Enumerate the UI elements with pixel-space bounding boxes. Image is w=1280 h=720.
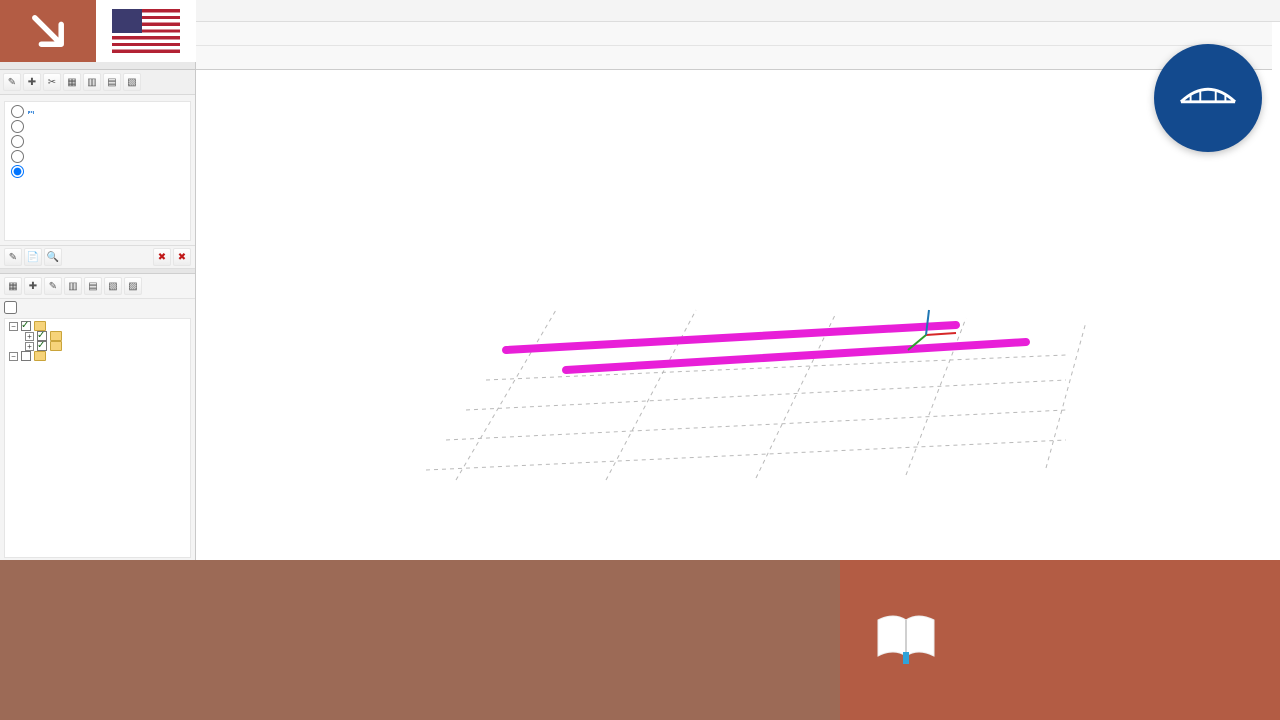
visibility-toolbar: ▦ ✚ ✎ ▥ ▤ ▧ ▨ — [0, 274, 195, 299]
left-panel: ✎ ✚ ✂ ▦ ▥ ▤ ▧ ✎ 📄 🔍 — [0, 70, 196, 560]
arrow-icon — [0, 0, 96, 62]
book-icon — [874, 612, 938, 669]
toolbar-icon[interactable]: ▤ — [103, 73, 121, 91]
model-viewport[interactable] — [196, 70, 1280, 560]
toolbar-icon[interactable]: ✎ — [44, 277, 62, 295]
menu-bar — [196, 0, 1280, 22]
toolbar-icon[interactable]: ✎ — [4, 248, 22, 266]
banner-left — [0, 560, 840, 720]
tree-item[interactable]: + — [25, 331, 188, 341]
delete-icon[interactable]: ✖ — [153, 248, 171, 266]
toolbar-icon[interactable]: ✚ — [23, 73, 41, 91]
toolbar-icon[interactable]: 📄 — [24, 248, 42, 266]
toolbar-icon[interactable]: ▧ — [104, 277, 122, 295]
views-heading — [0, 95, 195, 99]
toolbar-icon[interactable]: ▦ — [63, 73, 81, 91]
delete-icon[interactable]: ✖ — [173, 248, 191, 266]
visibility-tree: − + + − — [4, 318, 191, 558]
tree-item[interactable]: + — [25, 341, 188, 351]
flag-us-icon — [96, 0, 196, 62]
banner-right — [840, 560, 1280, 720]
top-left-overlay — [0, 0, 196, 62]
tree-item[interactable]: − — [9, 321, 188, 331]
toolbar-icon[interactable]: 🔍 — [44, 248, 62, 266]
views-radio-list — [4, 101, 191, 241]
view-option[interactable] — [11, 164, 184, 179]
bridge-icon — [1179, 82, 1237, 112]
toolbar-icon[interactable]: ▤ — [84, 277, 102, 295]
toolbar-row-2 — [196, 46, 1272, 70]
toolbar-icon[interactable]: ✎ — [3, 73, 21, 91]
toolbar-row-1 — [196, 22, 1272, 46]
view-option[interactable] — [11, 104, 184, 119]
toolbar-icon[interactable]: ▥ — [83, 73, 101, 91]
brand-badge — [1154, 44, 1262, 152]
toolbar-icon[interactable]: ▦ — [4, 277, 22, 295]
tree-item[interactable]: − — [9, 351, 188, 361]
views-panel-toolbar: ✎ ✚ ✂ ▦ ▥ ▤ ▧ — [0, 70, 195, 95]
views-panel-footer: ✎ 📄 🔍 ✖ ✖ — [0, 245, 195, 269]
visibility-master-check[interactable] — [0, 299, 195, 316]
toolbar-icon[interactable]: ✚ — [24, 277, 42, 295]
toolbar-icon[interactable]: ▧ — [123, 73, 141, 91]
view-option[interactable] — [11, 149, 184, 164]
toolbar-icon[interactable]: ▥ — [64, 277, 82, 295]
application-window: ✎ ✚ ✂ ▦ ▥ ▤ ▧ ✎ 📄 🔍 — [0, 0, 1280, 560]
view-option[interactable] — [11, 134, 184, 149]
bottom-banner — [0, 560, 1280, 720]
toolbar-icon[interactable]: ✂ — [43, 73, 61, 91]
view-option[interactable] — [11, 119, 184, 134]
toolbar-icon[interactable]: ▨ — [124, 277, 142, 295]
